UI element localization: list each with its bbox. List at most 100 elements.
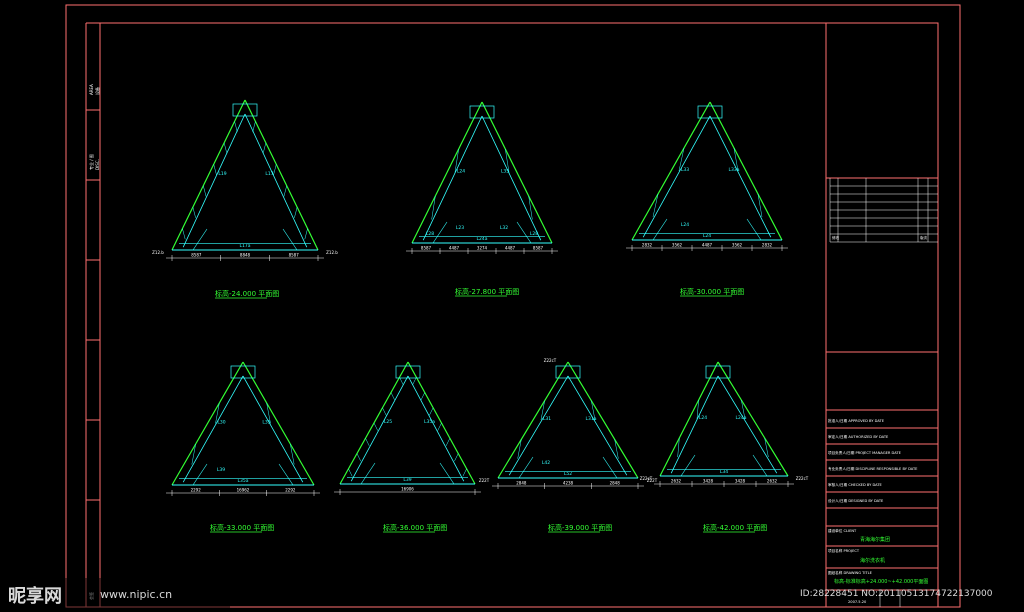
web-member <box>373 422 378 431</box>
dimension-label: 4487 <box>505 246 516 251</box>
truss-inner-left <box>182 375 244 483</box>
web-member <box>192 207 196 218</box>
truss-inner-right <box>709 115 772 238</box>
corner-brace <box>518 456 534 479</box>
member-label: L19 <box>218 171 226 177</box>
corner-brace <box>278 463 294 486</box>
node-tag: Z12.b <box>326 250 338 255</box>
node-tag: Z22cT <box>640 476 653 481</box>
web-member <box>283 185 287 197</box>
plan-caption: 标高-42.000 平面图 <box>703 523 767 532</box>
dimension-label: 16962 <box>237 488 250 493</box>
truss-inner-right <box>242 375 304 483</box>
dimension-label: 3562 <box>672 243 683 248</box>
member-label: L24a <box>477 236 488 242</box>
side-label: AREA <box>89 84 94 95</box>
dimension-label: 16906 <box>401 487 414 492</box>
revision-label: 修改 <box>832 235 840 240</box>
member-label: L30 <box>217 420 225 426</box>
dimension-label: 3274 <box>477 246 488 251</box>
dimension-label: 8587 <box>421 246 432 251</box>
corner-brace <box>282 228 298 251</box>
web-member <box>399 377 404 385</box>
web-member <box>454 453 459 462</box>
client-name: 青海海尔集团 <box>860 536 890 543</box>
dimension-label: 3562 <box>732 243 743 248</box>
member-label: L42 <box>542 460 550 466</box>
node-tag: Z22cT <box>544 358 557 363</box>
side-label: 设备 <box>94 87 100 95</box>
truss-left-edge <box>497 361 569 479</box>
member-label: L31a <box>586 416 597 422</box>
truss-inner-right <box>481 115 542 241</box>
member-label: L39 <box>217 467 225 473</box>
corner-brace <box>746 218 762 241</box>
corner-brace <box>752 454 768 477</box>
sign-line: 审定人/日期 AUTHORIZED BY DATE <box>828 434 889 439</box>
node-tag: Z22cT <box>796 476 809 481</box>
node-tag: Z12.b <box>152 250 164 255</box>
dimension-label: 4487 <box>449 246 460 251</box>
plan-caption: 标高-33.000 平面图 <box>210 523 274 532</box>
member-label: L28 <box>426 231 434 237</box>
truss-right-edge <box>717 361 789 477</box>
web-member <box>356 453 361 462</box>
member-label: L24a <box>736 415 747 421</box>
corner-brace <box>439 462 455 485</box>
side-strip: AREA 设备 专业 / 图 DISC. 会签 <box>88 84 100 600</box>
dimension-label: 8587 <box>533 246 544 251</box>
plan-caption: 标高-24.000 平面图 <box>215 289 279 298</box>
truss-inner-left <box>422 115 483 241</box>
web-member <box>273 164 277 176</box>
sign-line: 专业负责人/日期 DISCIPLINE RESPONSIBLE BY DATE <box>828 466 918 471</box>
web-member <box>294 207 298 218</box>
member-label: L28 <box>530 231 538 237</box>
project-name: 海尔洗衣机 <box>860 557 885 564</box>
corner-brace <box>192 228 208 251</box>
corner-brace <box>192 463 208 486</box>
truss-left-edge <box>631 101 711 241</box>
truss-right-edge <box>244 99 319 251</box>
title-block: 修改 版次 批准人/日期 APPROVED BY DATE 审定人/日期 AUT… <box>825 23 938 607</box>
web-member <box>365 438 370 446</box>
plan-caption: 标高-30.000 平面图 <box>680 287 744 296</box>
truss-inner-left <box>350 375 409 482</box>
version-label: 版次 <box>920 235 928 240</box>
truss-right-edge <box>567 361 639 479</box>
truss-left-edge <box>171 361 244 486</box>
truss-left-edge <box>659 361 719 477</box>
web-member <box>462 468 467 477</box>
watermark-id: ID:28228451 NO:20110513174722137000 <box>800 589 993 599</box>
truss-left-edge <box>411 101 483 244</box>
dimension-label: 2292 <box>191 488 202 493</box>
corner-brace <box>652 218 668 241</box>
truss-inner-right <box>407 375 465 482</box>
sign-line: 设计人/日期 DESIGNED BY DATE <box>828 498 884 503</box>
plan-caption: 标高-36.000 平面图 <box>383 523 447 532</box>
truss-right-edge <box>481 101 553 244</box>
corner-brace <box>680 454 696 477</box>
corner-brace <box>360 462 376 485</box>
web-member <box>348 468 353 477</box>
truss-inner-left <box>508 375 569 476</box>
dimension-label: 2632 <box>767 479 778 484</box>
dimension-label: 8587 <box>289 253 300 258</box>
web-member <box>213 164 217 176</box>
member-label: L39 <box>403 477 411 483</box>
member-label: L35 <box>262 420 270 426</box>
corner-brace <box>602 456 618 479</box>
member-label: L17a <box>240 243 251 249</box>
web-member <box>382 407 387 416</box>
truss-inner-right <box>567 375 628 476</box>
web-member <box>429 407 434 416</box>
dimension-label: 2848 <box>610 481 621 486</box>
project-label: 项目名称 PROJECT <box>828 548 860 553</box>
member-label: L25 <box>384 419 392 425</box>
web-member <box>390 392 395 401</box>
web-member <box>223 142 228 154</box>
truss-inner-left <box>642 115 711 238</box>
dimension-label: 4238 <box>563 481 574 486</box>
truss-inner-right <box>717 375 778 474</box>
web-member <box>445 438 451 446</box>
web-member <box>420 392 425 401</box>
